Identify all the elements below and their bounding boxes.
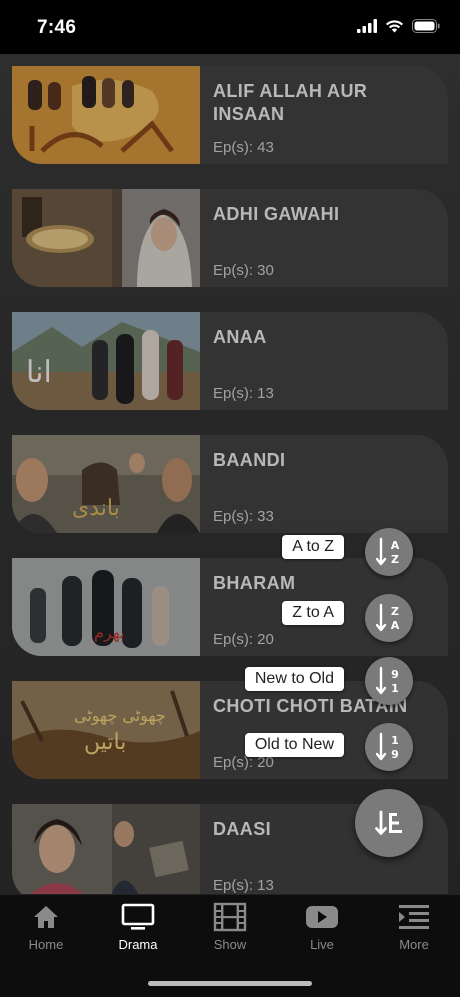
tab-show[interactable]: Show bbox=[184, 901, 276, 959]
svg-text:9: 9 bbox=[391, 668, 399, 681]
sort-a-to-z-label[interactable]: A to Z bbox=[282, 535, 344, 559]
svg-text:A: A bbox=[391, 539, 400, 552]
play-icon bbox=[306, 906, 338, 928]
wifi-icon bbox=[386, 20, 403, 33]
status-icons bbox=[357, 19, 440, 33]
sort-numeric-desc-icon: 9 1 bbox=[376, 666, 399, 695]
tab-more[interactable]: More bbox=[368, 901, 460, 959]
svg-text:Z: Z bbox=[391, 553, 399, 566]
tab-label: Home bbox=[28, 937, 64, 952]
svg-text:Z: Z bbox=[391, 605, 399, 618]
sort-alpha-desc-icon: Z A bbox=[376, 603, 400, 632]
sort-alpha-asc-icon: A Z bbox=[376, 537, 400, 566]
battery-icon bbox=[412, 19, 440, 33]
tab-label: Live bbox=[310, 937, 334, 952]
sort-z-to-a-label[interactable]: Z to A bbox=[282, 601, 344, 625]
signal-icon bbox=[357, 19, 377, 33]
status-time: 7:46 bbox=[37, 17, 77, 38]
sort-old-to-new-button[interactable]: 1 9 bbox=[365, 723, 413, 771]
tv-icon bbox=[121, 903, 155, 930]
sort-fab-button[interactable] bbox=[355, 789, 423, 857]
status-bar: 7:46 bbox=[0, 0, 460, 54]
home-icon bbox=[34, 906, 58, 928]
tab-label: More bbox=[399, 937, 429, 952]
tab-label: Drama bbox=[118, 937, 158, 952]
svg-text:A: A bbox=[391, 619, 400, 632]
tab-home[interactable]: Home bbox=[0, 901, 92, 959]
sort-old-to-new-label[interactable]: Old to New bbox=[244, 733, 344, 757]
tab-label: Show bbox=[213, 937, 247, 952]
home-indicator[interactable] bbox=[148, 981, 312, 986]
sort-numeric-asc-icon: 1 9 bbox=[376, 732, 399, 761]
sort-z-to-a-button[interactable]: Z A bbox=[365, 594, 413, 642]
sort-icon bbox=[375, 810, 402, 835]
menu-icon bbox=[399, 905, 429, 929]
sort-a-to-z-button[interactable]: A Z bbox=[365, 528, 413, 576]
tab-drama[interactable]: Drama bbox=[92, 901, 184, 959]
svg-text:1: 1 bbox=[391, 682, 399, 695]
tab-live[interactable]: Live bbox=[276, 901, 368, 959]
svg-text:9: 9 bbox=[391, 748, 399, 761]
sort-new-to-old-button[interactable]: 9 1 bbox=[365, 657, 413, 705]
film-icon bbox=[213, 902, 247, 932]
svg-text:1: 1 bbox=[391, 734, 399, 747]
sort-new-to-old-label[interactable]: New to Old bbox=[244, 667, 344, 691]
